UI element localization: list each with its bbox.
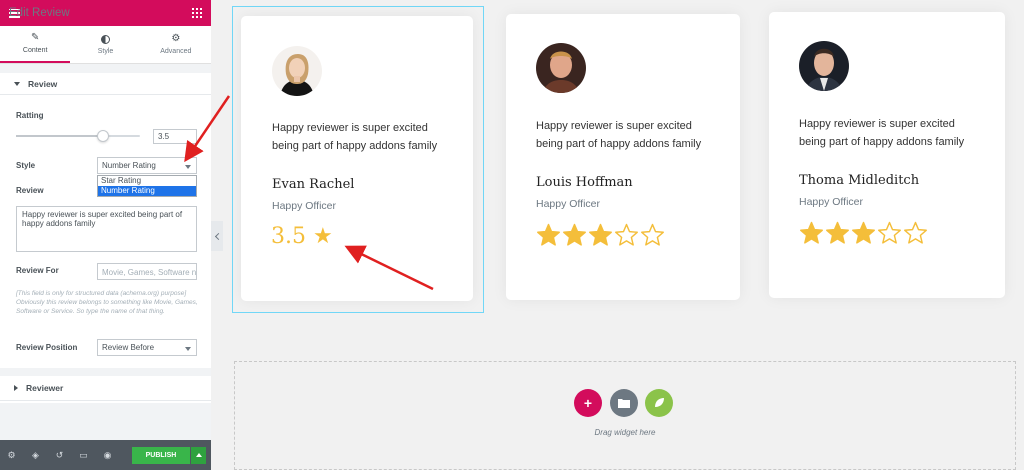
pencil-icon: ✎ xyxy=(30,32,40,43)
folder-icon xyxy=(618,399,630,408)
settings-icon[interactable]: ⚙ xyxy=(6,450,17,461)
review-card-2[interactable]: Happy reviewer is super excited being pa… xyxy=(506,14,740,300)
star-rating xyxy=(536,223,665,248)
rating-number: 3.5 ★ xyxy=(271,224,333,249)
star-filled-icon xyxy=(563,223,586,246)
avatar xyxy=(536,43,586,93)
section-review-label: Review xyxy=(28,78,58,89)
rating-number-input[interactable]: 3.5 xyxy=(153,129,197,144)
tab-style[interactable]: Style xyxy=(70,26,140,63)
rating-slider-handle[interactable] xyxy=(96,130,109,142)
review-position-value: Review Before xyxy=(102,343,155,352)
star-filled-icon xyxy=(852,221,875,244)
empty-section-dropzone[interactable]: + Drag widget here xyxy=(234,361,1016,470)
panel-header: Edit Review xyxy=(0,0,211,26)
widgets-grid-icon[interactable] xyxy=(192,8,202,18)
review-textarea[interactable]: Happy reviewer is super excited being pa… xyxy=(16,206,197,252)
style-option-number[interactable]: Number Rating xyxy=(98,186,196,196)
chevron-down-icon xyxy=(185,347,191,351)
reviewer-title: Happy Officer xyxy=(272,200,336,212)
reviewer-name: Thoma Midleditch xyxy=(799,173,920,188)
reviewer-title: Happy Officer xyxy=(536,198,600,210)
review-position-label: Review Position xyxy=(16,343,78,352)
review-position-select[interactable]: Review Before xyxy=(97,339,197,356)
caret-down-icon xyxy=(14,81,20,86)
panel-gap xyxy=(0,368,211,376)
tab-advanced-label: Advanced xyxy=(160,48,192,55)
preview-canvas: Happy reviewer is super excited being pa… xyxy=(223,0,1024,470)
tab-style-label: Style xyxy=(97,47,114,55)
history-icon[interactable]: ↺ xyxy=(54,450,65,461)
review-text: Happy reviewer is super excited being pa… xyxy=(799,118,965,148)
panel-footer: ⚙ ◈ ↺ ▭ ◉ PUBLISH xyxy=(0,440,211,470)
layers-icon[interactable]: ◈ xyxy=(30,450,41,461)
add-template-button[interactable] xyxy=(610,389,638,417)
review-text: Happy reviewer is super excited being pa… xyxy=(536,120,702,150)
rating-label: Ratting xyxy=(16,111,44,120)
star-filled-icon xyxy=(800,221,823,244)
star-outline-icon xyxy=(615,223,638,246)
style-select[interactable]: Number Rating xyxy=(97,157,197,174)
rating-slider[interactable] xyxy=(16,130,140,142)
section-review-toggle[interactable]: Review xyxy=(0,73,211,95)
star-outline-icon xyxy=(641,223,664,246)
chevron-down-icon xyxy=(185,165,191,169)
responsive-icon[interactable]: ▭ xyxy=(78,450,89,461)
review-for-help: [This field is only for structured data … xyxy=(16,290,198,315)
reviewer-name: Evan Rachel xyxy=(272,177,355,192)
reviewer-title: Happy Officer xyxy=(799,196,863,208)
editor-panel: Edit Review ✎ Content Style ⚙ Advanced R… xyxy=(0,0,211,470)
review-card-3[interactable]: Happy reviewer is super excited being pa… xyxy=(769,12,1005,298)
panel-tabs: ✎ Content Style ⚙ Advanced xyxy=(0,26,211,64)
style-option-star[interactable]: Star Rating xyxy=(98,176,196,186)
tab-content[interactable]: ✎ Content xyxy=(0,26,71,63)
reviewer-name: Louis Hoffman xyxy=(536,175,633,190)
tab-content-label: Content xyxy=(22,47,48,54)
collapse-panel-handle[interactable] xyxy=(211,221,223,251)
panel-gap xyxy=(0,64,211,73)
star-rating xyxy=(799,221,928,246)
avatar xyxy=(272,46,322,96)
caret-right-icon xyxy=(14,385,18,391)
section-reviewer-toggle[interactable]: Reviewer xyxy=(0,376,211,401)
review-label: Review xyxy=(16,186,44,195)
review-for-input[interactable]: Movie, Games, Software name xyxy=(97,263,197,280)
rating-slider-fill xyxy=(16,135,103,137)
review-for-label: Review For xyxy=(16,266,59,275)
chevron-left-icon xyxy=(214,232,222,240)
preview-eye-icon[interactable]: ◉ xyxy=(102,450,113,461)
avatar xyxy=(799,41,849,91)
style-label: Style xyxy=(16,161,36,170)
rating-value: 3.5 xyxy=(271,224,306,249)
publish-button[interactable]: PUBLISH xyxy=(132,446,190,464)
review-text: Happy reviewer is super excited being pa… xyxy=(272,122,438,152)
panel-title: Edit Review xyxy=(9,7,70,19)
add-section-button[interactable]: + xyxy=(574,389,602,417)
star-outline-icon xyxy=(904,221,927,244)
star-filled-icon xyxy=(826,221,849,244)
star-filled-icon xyxy=(589,223,612,246)
star-outline-icon xyxy=(878,221,901,244)
star-icon: ★ xyxy=(313,224,333,249)
publish-options-button[interactable] xyxy=(191,446,206,464)
review-card-1[interactable]: Happy reviewer is super excited being pa… xyxy=(241,16,473,301)
panel-empty-area xyxy=(0,403,211,440)
star-filled-icon xyxy=(537,223,560,246)
happy-addons-button[interactable] xyxy=(645,389,673,417)
drag-widget-hint: Drag widget here xyxy=(594,428,656,437)
style-select-value: Number Rating xyxy=(102,161,156,170)
tab-advanced[interactable]: ⚙ Advanced xyxy=(141,26,211,63)
half-circle-icon xyxy=(100,34,110,44)
style-dropdown-list: Star Rating Number Rating xyxy=(97,175,197,197)
section-reviewer-label: Reviewer xyxy=(26,383,64,393)
publish-group: PUBLISH xyxy=(132,446,206,464)
leaf-icon xyxy=(655,398,664,407)
caret-up-icon xyxy=(195,453,202,457)
gear-icon: ⚙ xyxy=(171,33,181,44)
